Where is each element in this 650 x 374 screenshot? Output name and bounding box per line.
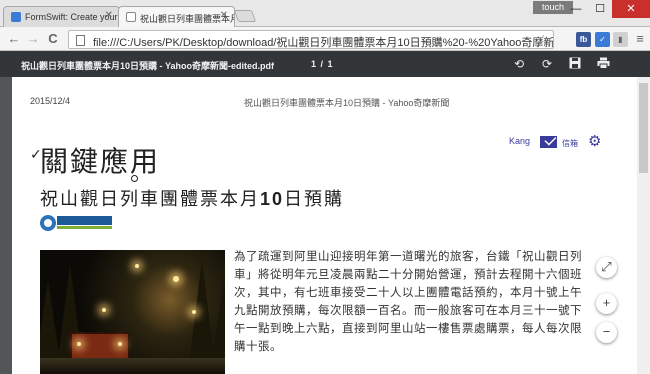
section-heading: 關鍵應用 [40, 145, 161, 178]
check-extension-icon[interactable]: ✓ [595, 32, 610, 47]
document-favicon-icon [126, 12, 136, 22]
mail-link[interactable]: 信箱 [562, 138, 578, 149]
forward-button[interactable]: → [25, 31, 41, 47]
url-text: file:///C:/Users/PK/Desktop/download/祝山觀… [93, 37, 554, 49]
doc-header-title: 祝山觀日列車團體票本月10日預購 - Yahoo奇摩新聞 [244, 98, 450, 108]
zoom-out-button[interactable]: − [596, 322, 617, 343]
rotate-ccw-icon[interactable]: ⟲ [512, 57, 526, 71]
reload-button[interactable]: C [45, 31, 61, 47]
tab-strip: FormSwift: Create your l ✕ 祝山觀日列車團體票本月1 … [0, 0, 650, 27]
tab-formswift[interactable]: FormSwift: Create your l ✕ [3, 6, 120, 27]
print-icon[interactable] [596, 57, 610, 71]
user-name-link[interactable]: Kang [509, 136, 530, 146]
article-body: 為了疏運到阿里山迎接明年第一道曙光的旅客，台鐵「祝山觀日列車」將從明年元旦凌晨兩… [234, 251, 582, 353]
formswift-favicon-icon [11, 12, 21, 22]
fit-page-button[interactable]: ⤢ [596, 257, 617, 278]
article-title: 祝山觀日列車團體票本月10日預購 [40, 189, 345, 209]
scrollbar-thumb[interactable] [639, 83, 648, 173]
pdf-file-title: 祝山觀日列車團體票本月10日預購 - Yahoo奇摩新聞-edited.pdf [21, 61, 275, 71]
facebook-extension-icon[interactable]: fb [576, 32, 591, 47]
news-logo [40, 215, 112, 231]
browser-toolbar: ← → C file:///C:/Users/PK/Desktop/downlo… [0, 27, 650, 51]
address-bar[interactable]: file:///C:/Users/PK/Desktop/download/祝山觀… [68, 30, 554, 49]
article-photo [40, 250, 225, 374]
minimize-button[interactable]: — [564, 0, 588, 18]
new-tab-button[interactable] [233, 10, 257, 22]
shield-extension-icon[interactable]: ▮ [613, 32, 628, 47]
bookmark-star-icon[interactable]: ☆ [537, 32, 549, 48]
save-icon[interactable] [568, 57, 582, 71]
page-indicator: 1 / 1 [311, 59, 334, 69]
close-tab-icon[interactable]: ✕ [105, 10, 113, 21]
page-icon [76, 35, 85, 46]
close-window-button[interactable]: ✕ [612, 0, 650, 18]
handwritten-circle-mark [131, 175, 138, 182]
tab-pdf[interactable]: 祝山觀日列車團體票本月1 ✕ [118, 6, 235, 27]
chrome-menu-icon[interactable]: ≡ [632, 31, 648, 47]
back-button[interactable]: ← [6, 31, 22, 47]
maximize-button[interactable]: ☐ [588, 0, 612, 18]
gear-icon[interactable]: ⚙ [588, 134, 601, 149]
pdf-toolbar: 祝山觀日列車團體票本月10日預購 - Yahoo奇摩新聞-edited.pdf … [0, 51, 650, 77]
close-tab-icon[interactable]: ✕ [220, 10, 228, 21]
zoom-in-button[interactable]: + [596, 293, 617, 314]
mail-icon[interactable] [540, 136, 557, 148]
doc-date: 2015/12/4 [30, 96, 71, 106]
rotate-cw-icon[interactable]: ⟳ [540, 57, 554, 71]
